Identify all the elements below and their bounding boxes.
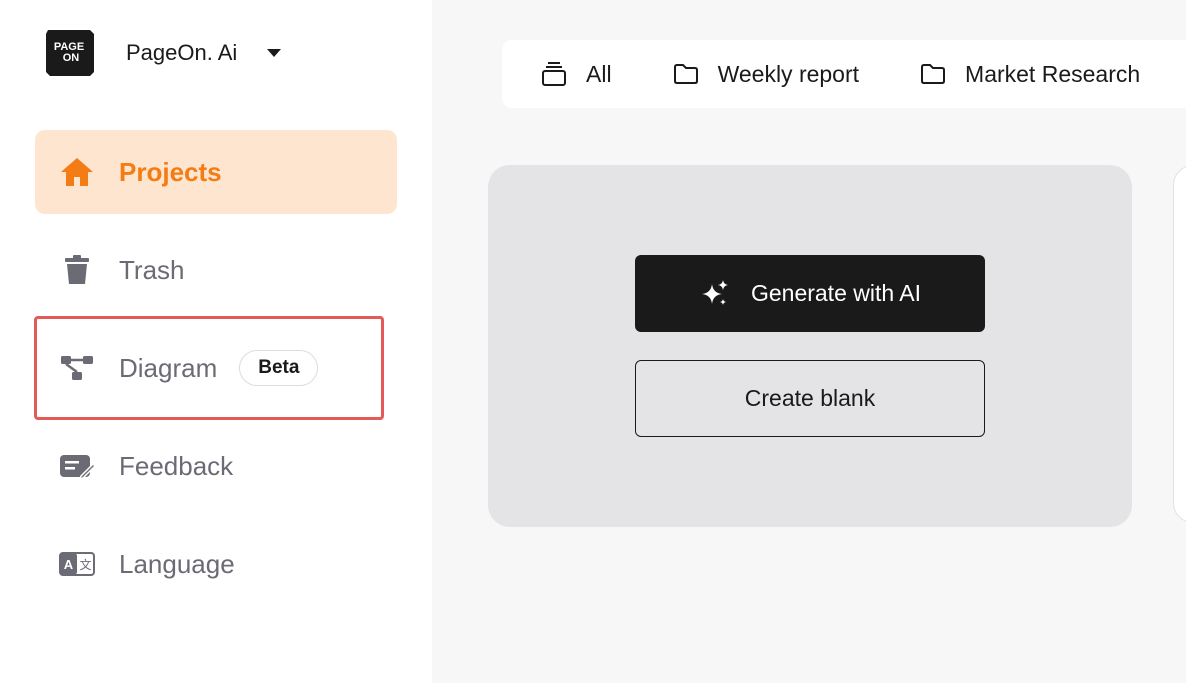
sidebar: PAGE ON PageOn. Ai Projects Trash Diagra… <box>0 0 432 683</box>
generate-with-ai-label: Generate with AI <box>750 280 922 306</box>
tab-label: Weekly report <box>717 60 860 87</box>
folder-icon <box>919 60 947 88</box>
stack-icon <box>540 60 568 88</box>
sidebar-item-label: Trash <box>119 254 185 285</box>
sidebar-item-diagram[interactable]: Diagram Beta <box>35 326 397 410</box>
sidebar-item-label: Feedback <box>119 450 234 481</box>
tab-all[interactable]: All <box>540 60 612 88</box>
workspace-name: PageOn. Ai <box>126 40 238 65</box>
sidebar-item-label: Projects <box>119 156 222 187</box>
sidebar-item-feedback[interactable]: Feedback <box>35 424 397 508</box>
beta-badge: Beta <box>239 350 319 386</box>
workspace-switcher[interactable]: PAGE ON PageOn. Ai <box>44 28 282 78</box>
folder-icon <box>672 60 700 88</box>
create-project-card: Generate with AI Create blank <box>488 165 1132 527</box>
tab-weekly-report[interactable]: Weekly report <box>672 60 859 88</box>
sidebar-item-projects[interactable]: Projects <box>35 130 397 214</box>
feedback-icon <box>59 448 95 484</box>
pageon-logo: PAGE ON <box>46 30 94 76</box>
svg-text:文: 文 <box>79 557 91 572</box>
language-icon: A 文 <box>59 546 95 582</box>
tab-market-research[interactable]: Market Research <box>919 60 1140 88</box>
svg-text:A: A <box>64 557 74 572</box>
folder-tabs: All Weekly report Market Research <box>502 40 1186 108</box>
tab-label: All <box>586 60 612 87</box>
trash-icon <box>59 252 95 288</box>
diagram-icon <box>59 350 95 386</box>
tab-label: Market Research <box>965 60 1141 87</box>
sidebar-item-trash[interactable]: Trash <box>35 228 397 312</box>
project-card-partial[interactable] <box>1173 165 1186 523</box>
sparkles-icon <box>701 279 728 305</box>
generate-with-ai-button[interactable]: Generate with AI <box>635 255 985 332</box>
sidebar-item-label: Diagram <box>119 352 218 383</box>
sidebar-item-label: Language <box>119 548 235 579</box>
create-blank-button[interactable]: Create blank <box>635 360 985 437</box>
home-icon <box>59 154 95 190</box>
svg-text:ON: ON <box>63 52 80 64</box>
sidebar-item-language[interactable]: A 文 Language <box>35 522 397 606</box>
caret-down-icon[interactable] <box>267 49 282 57</box>
